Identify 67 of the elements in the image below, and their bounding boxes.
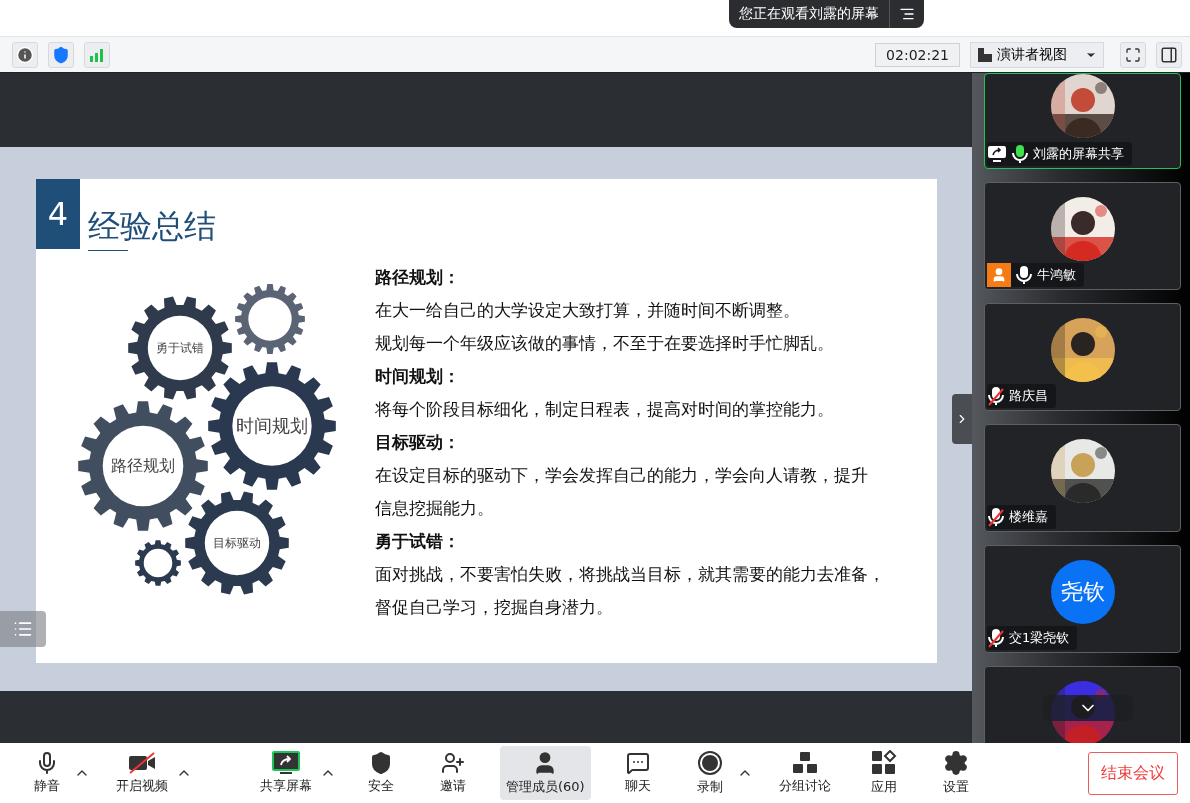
meeting-timer: 02:02:21 bbox=[875, 42, 960, 67]
video-off-icon bbox=[127, 751, 157, 775]
video-button[interactable]: 开启视频 bbox=[110, 746, 174, 800]
gear-label: 路径规划 bbox=[111, 455, 175, 477]
layout-icon bbox=[977, 46, 993, 63]
participant-name: 牛鸿敏 bbox=[1037, 266, 1076, 284]
section-heading: 路径规划： bbox=[375, 266, 461, 289]
body-text: 督促自己学习，挖掘自身潜力。 bbox=[375, 596, 614, 619]
chat-icon bbox=[625, 751, 650, 775]
end-meeting-button[interactable]: 结束会议 bbox=[1088, 751, 1178, 795]
sidebar-icon bbox=[1160, 45, 1178, 64]
info-icon bbox=[16, 45, 34, 64]
breakout-button[interactable]: 分组讨论 bbox=[772, 746, 837, 800]
gear-drawing bbox=[235, 284, 305, 354]
gear-label: 勇于试错 bbox=[156, 339, 204, 357]
view-dropdown[interactable]: 演讲者视图 bbox=[970, 41, 1104, 68]
blocks-icon bbox=[791, 751, 818, 775]
participant-tile[interactable]: 刘露的屏幕共享 bbox=[984, 73, 1181, 169]
body-text: 面对挑战，不要害怕失败，将挑战当目标，就其需要的能力去准备， bbox=[375, 563, 885, 586]
slide-title: 经验总结 bbox=[88, 206, 216, 247]
body-text: 将每个阶段目标细化，制定日程表，提高对时间的掌控能力。 bbox=[375, 398, 835, 421]
slide-number: 4 bbox=[36, 179, 80, 249]
security-button[interactable] bbox=[48, 41, 74, 68]
participant-name: 路庆昌 bbox=[1009, 387, 1048, 405]
invite-button[interactable]: 邀请 bbox=[428, 746, 478, 800]
participant-name: 刘露的屏幕共享 bbox=[1033, 145, 1124, 163]
security-button[interactable]: 安全 bbox=[356, 746, 406, 800]
participant-tile[interactable]: 楼维嘉 bbox=[984, 424, 1181, 532]
share-button[interactable]: 共享屏幕 bbox=[254, 746, 318, 800]
sidebar-toggle-button[interactable] bbox=[1156, 41, 1182, 68]
section-heading: 时间规划： bbox=[375, 365, 461, 388]
apps-button[interactable]: 应用 bbox=[858, 746, 909, 800]
banner-text: 您正在观看刘露的屏幕 bbox=[738, 5, 880, 23]
body-text: 规划每一个年级应该做的事情，不至于在要选择时手忙脚乱。 bbox=[375, 332, 835, 355]
participant-name: 楼维嘉 bbox=[1009, 508, 1048, 526]
screen-share-icon bbox=[271, 751, 301, 775]
body-text: 在大一给自己的大学设定大致打算，并随时间不断调整。 bbox=[375, 299, 801, 322]
body-text: 信息挖掘能力。 bbox=[375, 497, 495, 520]
section-heading: 目标驱动： bbox=[375, 431, 461, 454]
settings-icon bbox=[942, 750, 969, 776]
shield-icon bbox=[52, 45, 70, 64]
settings-button[interactable]: 设置 bbox=[930, 746, 981, 800]
participant-tile[interactable]: 尧钦 交1梁尧钦 bbox=[984, 545, 1181, 653]
members-button[interactable]: 管理成员(60) bbox=[500, 746, 591, 800]
apps-icon bbox=[870, 750, 897, 776]
participant-name: 交1梁尧钦 bbox=[1009, 629, 1070, 647]
participant-tile[interactable]: 牛鸿敏 bbox=[984, 182, 1181, 290]
add-user-icon bbox=[441, 751, 465, 775]
signal-icon bbox=[89, 47, 105, 62]
record-icon bbox=[696, 750, 723, 776]
fullscreen-icon bbox=[1125, 46, 1141, 63]
chat-button[interactable]: 聊天 bbox=[612, 746, 663, 800]
section-heading: 勇于试错： bbox=[375, 530, 461, 553]
participant-tile[interactable] bbox=[984, 666, 1181, 743]
list-icon bbox=[13, 619, 33, 639]
gear-drawing bbox=[135, 540, 181, 586]
shield-icon bbox=[369, 751, 393, 775]
fullscreen-button[interactable] bbox=[1120, 41, 1146, 68]
gear-label: 时间规划 bbox=[236, 414, 308, 438]
gear-label: 目标驱动 bbox=[213, 534, 261, 552]
body-text: 在设定目标的驱动下，学会发挥自己的能力，学会向人请教，提升 bbox=[375, 464, 869, 487]
menu-icon bbox=[899, 6, 915, 22]
avatar-initials: 尧钦 bbox=[1050, 560, 1115, 624]
record-button[interactable]: 录制 bbox=[684, 746, 735, 800]
participant-tile[interactable]: 路庆昌 bbox=[984, 303, 1181, 411]
info-button[interactable] bbox=[12, 41, 38, 68]
mic-button[interactable]: 静音 bbox=[22, 746, 72, 800]
